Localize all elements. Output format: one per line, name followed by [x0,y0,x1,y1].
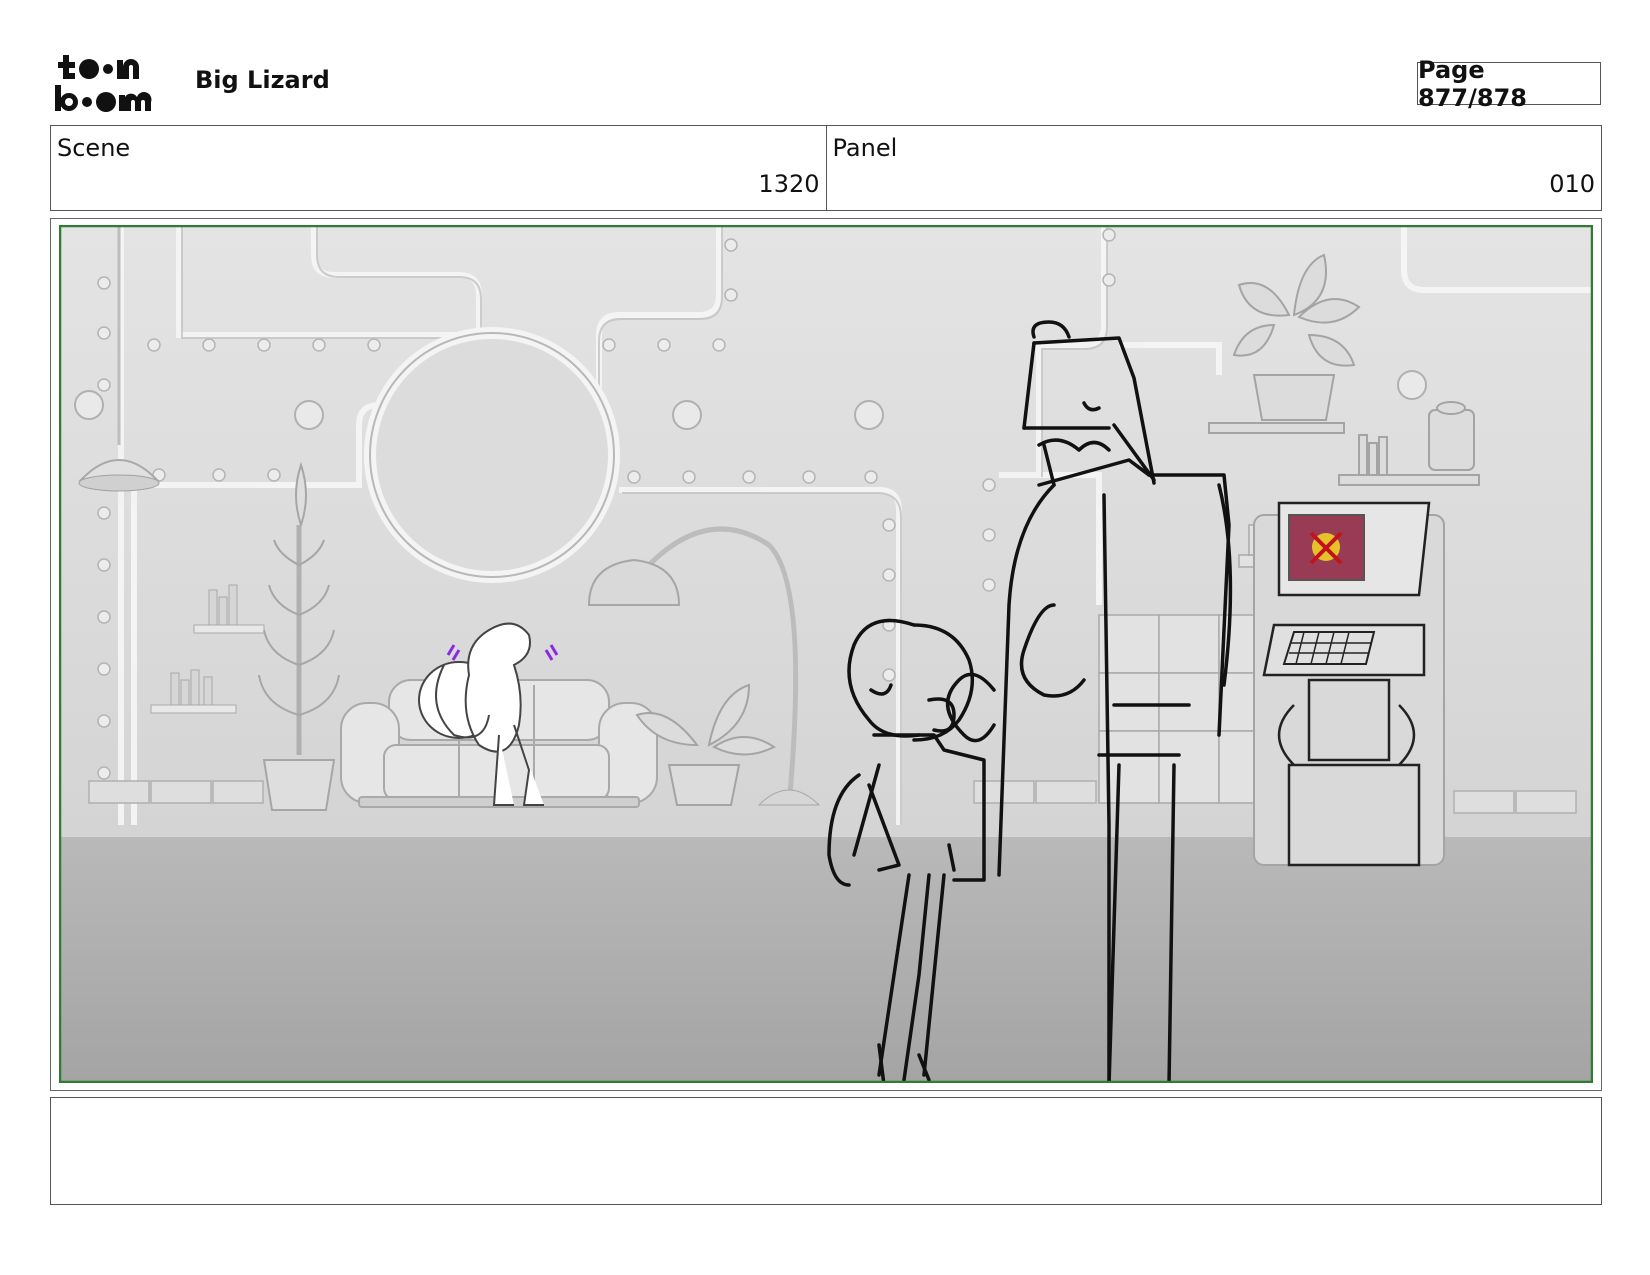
panel-artwork [59,225,1593,1083]
panel-value: 010 [1549,170,1595,198]
storyboard-panel [50,218,1602,1091]
project-title: Big Lizard [195,66,330,94]
page-number: Page 877/878 [1417,56,1601,112]
scene-panel-info: Scene 1320 Panel 010 [50,125,1602,211]
panel-cell: Panel 010 [825,126,1602,210]
panel-label: Panel [832,134,898,162]
scene-value: 1320 [758,170,820,198]
computer-console-icon [1253,501,1445,867]
scene-label: Scene [57,134,131,162]
panel-notes [50,1097,1602,1205]
scene-cell: Scene 1320 [51,126,826,210]
toon-boom-logo [55,55,152,112]
